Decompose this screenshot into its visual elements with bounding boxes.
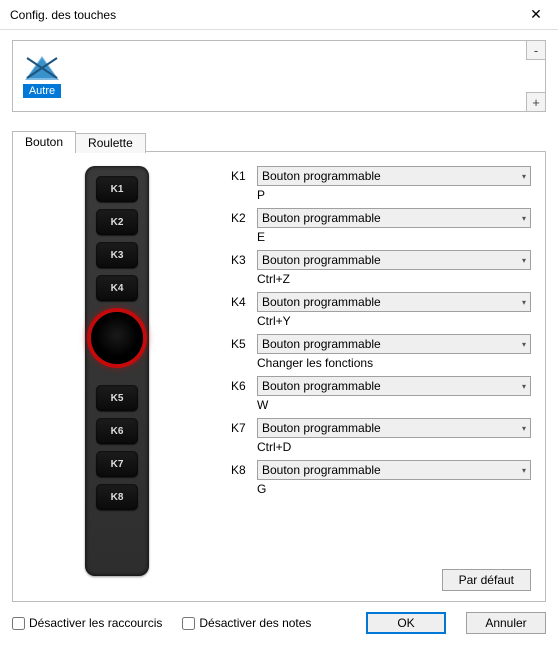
action-select-k8[interactable]: Bouton programmable ▾ <box>257 460 531 480</box>
remote-button-k6[interactable]: K6 <box>96 418 138 444</box>
add-profile-button[interactable]: + <box>526 92 546 112</box>
assignment-value: G <box>257 482 531 496</box>
select-value: Bouton programmable <box>262 295 381 309</box>
remote-button-k4[interactable]: K4 <box>96 275 138 301</box>
key-label: K4 <box>231 295 251 309</box>
cancel-button-label: Annuler <box>485 616 526 630</box>
bottom-bar: Désactiver les raccourcis Désactiver des… <box>0 602 558 644</box>
defaults-button-label: Par défaut <box>459 573 514 587</box>
remote-dial[interactable] <box>91 312 143 364</box>
tab-bouton[interactable]: Bouton <box>12 131 76 152</box>
assignment-value: P <box>257 188 531 202</box>
assignment-value: Changer les fonctions <box>257 356 531 370</box>
assignment-row: K6 Bouton programmable ▾ <box>231 376 531 396</box>
tab-panel-bouton: K1 K2 K3 K4 K5 K6 K7 K8 K1 Bouton progra… <box>12 152 546 602</box>
window-title: Config. des touches <box>10 8 514 22</box>
select-value: Bouton programmable <box>262 211 381 225</box>
remote-device: K1 K2 K3 K4 K5 K6 K7 K8 <box>85 166 149 576</box>
remote-button-k8[interactable]: K8 <box>96 484 138 510</box>
tab-roulette-label: Roulette <box>88 136 133 150</box>
disable-shortcuts-input[interactable] <box>12 617 25 630</box>
key-label: K8 <box>231 463 251 477</box>
assignment-row: K2 Bouton programmable ▾ <box>231 208 531 228</box>
close-button[interactable]: ✕ <box>514 0 558 30</box>
assignment-value: W <box>257 398 531 412</box>
action-select-k3[interactable]: Bouton programmable ▾ <box>257 250 531 270</box>
disable-notes-checkbox[interactable]: Désactiver des notes <box>182 616 311 630</box>
remote-button-k1[interactable]: K1 <box>96 176 138 202</box>
tab-bouton-label: Bouton <box>25 135 63 149</box>
remote-button-k7[interactable]: K7 <box>96 451 138 477</box>
chevron-down-icon: ▾ <box>522 466 526 475</box>
profile-side-buttons: - + <box>526 40 546 112</box>
remote-button-k2[interactable]: K2 <box>96 209 138 235</box>
disable-shortcuts-checkbox[interactable]: Désactiver les raccourcis <box>12 616 162 630</box>
key-label: K3 <box>231 253 251 267</box>
tab-strip: Bouton Roulette <box>12 130 546 152</box>
remote-button-k5[interactable]: K5 <box>96 385 138 411</box>
remote-button-k3[interactable]: K3 <box>96 242 138 268</box>
select-value: Bouton programmable <box>262 253 381 267</box>
close-icon: ✕ <box>530 6 542 23</box>
key-label: K6 <box>231 379 251 393</box>
disable-notes-label: Désactiver des notes <box>199 616 311 630</box>
assignment-row: K3 Bouton programmable ▾ <box>231 250 531 270</box>
chevron-down-icon: ▾ <box>522 382 526 391</box>
assignment-value: E <box>257 230 531 244</box>
chevron-down-icon: ▾ <box>522 256 526 265</box>
assignment-value: Ctrl+D <box>257 440 531 454</box>
assignment-row: K8 Bouton programmable ▾ <box>231 460 531 480</box>
chevron-down-icon: ▾ <box>522 340 526 349</box>
action-select-k5[interactable]: Bouton programmable ▾ <box>257 334 531 354</box>
plus-icon: + <box>532 95 540 110</box>
minus-icon: - <box>534 43 538 58</box>
action-select-k2[interactable]: Bouton programmable ▾ <box>257 208 531 228</box>
key-label: K7 <box>231 421 251 435</box>
action-select-k7[interactable]: Bouton programmable ▾ <box>257 418 531 438</box>
chevron-down-icon: ▾ <box>522 424 526 433</box>
assignment-row: K1 Bouton programmable ▾ <box>231 166 531 186</box>
key-label: K1 <box>231 169 251 183</box>
select-value: Bouton programmable <box>262 421 381 435</box>
tab-roulette[interactable]: Roulette <box>75 133 146 153</box>
assignment-row: K5 Bouton programmable ▾ <box>231 334 531 354</box>
assignment-column: K1 Bouton programmable ▾ P K2 Bouton pro… <box>231 166 531 587</box>
assignment-value: Ctrl+Y <box>257 314 531 328</box>
chevron-down-icon: ▾ <box>522 172 526 181</box>
action-select-k4[interactable]: Bouton programmable ▾ <box>257 292 531 312</box>
disable-shortcuts-label: Désactiver les raccourcis <box>29 616 162 630</box>
assignment-row: K4 Bouton programmable ▾ <box>231 292 531 312</box>
titlebar: Config. des touches ✕ <box>0 0 558 30</box>
action-select-k1[interactable]: Bouton programmable ▾ <box>257 166 531 186</box>
remove-profile-button[interactable]: - <box>526 40 546 60</box>
key-label: K2 <box>231 211 251 225</box>
chevron-down-icon: ▾ <box>522 298 526 307</box>
content-area: Autre - + Bouton Roulette K1 K2 K3 K4 K5… <box>0 30 558 602</box>
ok-button[interactable]: OK <box>366 612 446 634</box>
select-value: Bouton programmable <box>262 379 381 393</box>
chevron-down-icon: ▾ <box>522 214 526 223</box>
profile-item-autre[interactable]: Autre <box>21 54 63 98</box>
assignment-value: Ctrl+Z <box>257 272 531 286</box>
action-select-k6[interactable]: Bouton programmable ▾ <box>257 376 531 396</box>
select-value: Bouton programmable <box>262 337 381 351</box>
cancel-button[interactable]: Annuler <box>466 612 546 634</box>
remote-column: K1 K2 K3 K4 K5 K6 K7 K8 <box>27 166 207 587</box>
defaults-area: Par défaut <box>442 569 531 591</box>
profile-label: Autre <box>23 84 61 98</box>
profile-box: Autre - + <box>12 40 546 112</box>
key-label: K5 <box>231 337 251 351</box>
select-value: Bouton programmable <box>262 169 381 183</box>
profile-icon <box>24 54 60 82</box>
ok-button-label: OK <box>397 616 414 630</box>
assignment-row: K7 Bouton programmable ▾ <box>231 418 531 438</box>
select-value: Bouton programmable <box>262 463 381 477</box>
defaults-button[interactable]: Par défaut <box>442 569 531 591</box>
disable-notes-input[interactable] <box>182 617 195 630</box>
